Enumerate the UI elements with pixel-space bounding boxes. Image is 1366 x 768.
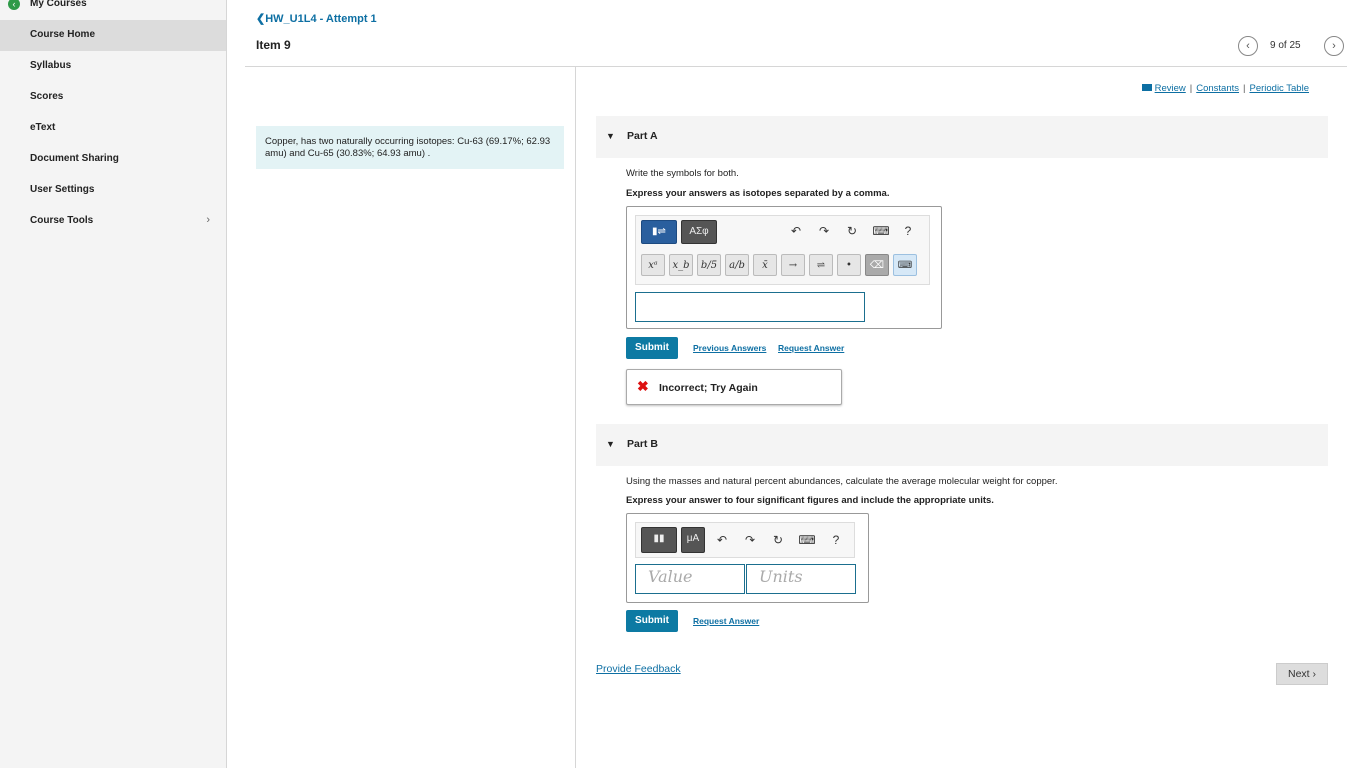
part-a-title: Part A	[627, 130, 658, 142]
subscript-key[interactable]: x_b	[669, 254, 693, 276]
part-a-instruction: Express your answers as isotopes separat…	[626, 188, 890, 199]
sidebar-item-etext[interactable]: eText	[0, 113, 226, 144]
collapse-triangle-icon: ▼	[606, 439, 615, 449]
template-icon: ▮▮	[653, 533, 665, 544]
help-button[interactable]: ?	[898, 220, 918, 244]
chevron-left-icon: ❮	[256, 13, 266, 25]
chevron-right-icon: ›	[1332, 40, 1336, 52]
part-a-toolbar: ▮⇌ ΑΣφ ↶ ↷ ↻ ⌨ ? xᵃ x_b b/5 a/b x̄ → ⇌ •…	[635, 215, 930, 285]
part-b-header[interactable]: ▼ Part B	[596, 424, 1328, 466]
periodic-table-link[interactable]: Periodic Table	[1249, 83, 1309, 94]
next-item-button[interactable]: ›	[1324, 36, 1344, 56]
keyboard-icon[interactable]: ⌨	[796, 529, 818, 551]
part-a-answer-editor: ▮⇌ ΑΣφ ↶ ↷ ↻ ⌨ ? xᵃ x_b b/5 a/b x̄ → ⇌ •…	[626, 206, 942, 329]
template-button[interactable]: ▮⇌	[641, 220, 677, 244]
sidebar-item-course-tools[interactable]: Course Tools ›	[0, 206, 226, 237]
link-separator: |	[1189, 83, 1193, 94]
pager-count: 9 of 25	[1270, 40, 1301, 51]
part-b-instruction: Express your answer to four significant …	[626, 495, 994, 506]
reset-icon[interactable]: ↻	[768, 529, 788, 551]
bar-key[interactable]: x̄	[753, 254, 777, 276]
column-divider	[575, 67, 576, 768]
units-input[interactable]: Units	[746, 564, 856, 594]
my-courses-label: My Courses	[30, 0, 87, 9]
error-x-icon: ✖	[637, 378, 649, 394]
undo-icon[interactable]: ↶	[712, 529, 732, 551]
dot-key[interactable]: •	[837, 254, 861, 276]
item-pager: ‹ 9 of 25 ›	[1238, 36, 1348, 56]
sidebar: ‹ My Courses Course Home Syllabus Scores…	[0, 0, 227, 768]
sidebar-item-label: Course Tools	[30, 215, 94, 226]
part-b-answer-editor: ▮▮ μA ↶ ↷ ↻ ⌨ ? Value Units	[626, 513, 869, 603]
help-button[interactable]: ?	[826, 529, 846, 551]
sidebar-item-label: Syllabus	[30, 60, 72, 71]
link-separator: |	[1243, 83, 1246, 94]
units-button[interactable]: μA	[681, 527, 705, 553]
previous-answers-link[interactable]: Previous Answers	[693, 343, 766, 353]
template-icon: ▮⇌	[652, 226, 666, 237]
fraction-key[interactable]: a/b	[725, 254, 749, 276]
sidebar-item-course-home[interactable]: Course Home	[0, 20, 226, 51]
assignment-back-link[interactable]: ❮HW_U1L4 - Attempt 1	[256, 12, 377, 25]
sidebar-item-user-settings[interactable]: User Settings	[0, 175, 226, 206]
reset-icon[interactable]: ↻	[842, 220, 862, 244]
chevron-left-icon: ‹	[1246, 40, 1250, 52]
collapse-triangle-icon: ▼	[606, 131, 615, 141]
equilibrium-arrow-key[interactable]: ⇌	[809, 254, 833, 276]
review-link[interactable]: Review	[1155, 83, 1186, 94]
previous-item-button[interactable]: ‹	[1238, 36, 1258, 56]
keyboard-icon[interactable]: ⌨	[870, 220, 892, 244]
chevron-right-icon: ›	[1312, 668, 1317, 680]
backspace-icon[interactable]: ⌫	[865, 254, 889, 276]
page-title: Item 9	[256, 38, 291, 52]
sidebar-item-document-sharing[interactable]: Document Sharing	[0, 144, 226, 175]
greek-symbols-button[interactable]: ΑΣφ	[681, 220, 717, 244]
feedback-message: Incorrect; Try Again	[659, 382, 758, 394]
nuclide-key[interactable]: b/5	[697, 254, 721, 276]
problem-intro: Copper, has two naturally occurring isot…	[256, 126, 564, 169]
part-a-header[interactable]: ▼ Part A	[596, 116, 1328, 158]
superscript-key[interactable]: xᵃ	[641, 254, 665, 276]
part-b-title: Part B	[627, 438, 658, 450]
value-input[interactable]: Value	[635, 564, 745, 594]
back-arrow-icon: ‹	[8, 0, 20, 10]
part-a-submit-button[interactable]: Submit	[626, 337, 678, 359]
sidebar-item-label: Course Home	[30, 29, 96, 40]
next-button[interactable]: Next ›	[1276, 663, 1328, 685]
sidebar-item-label: Document Sharing	[30, 153, 119, 164]
sidebar-item-syllabus[interactable]: Syllabus	[0, 51, 226, 82]
part-a-question: Write the symbols for both.	[626, 168, 739, 179]
part-a-answer-input[interactable]	[635, 292, 865, 322]
sidebar-item-label: User Settings	[30, 184, 95, 195]
sidebar-item-scores[interactable]: Scores	[0, 82, 226, 113]
incorrect-feedback: ✖ Incorrect; Try Again	[626, 369, 842, 405]
part-b-submit-button[interactable]: Submit	[626, 610, 678, 632]
assignment-title: HW_U1L4 - Attempt 1	[265, 13, 377, 25]
header-divider	[245, 66, 1347, 67]
template-button[interactable]: ▮▮	[641, 527, 677, 553]
redo-icon[interactable]: ↷	[740, 529, 760, 551]
book-icon	[1141, 84, 1152, 91]
part-b-question: Using the masses and natural percent abu…	[626, 476, 1058, 487]
resource-links: Review | Constants | Periodic Table	[1141, 83, 1309, 94]
part-a-request-answer-link[interactable]: Request Answer	[778, 343, 844, 353]
keyboard-toggle-icon[interactable]: ⌨	[893, 254, 917, 276]
sidebar-item-label: eText	[30, 122, 56, 133]
arrow-key[interactable]: →	[781, 254, 805, 276]
part-b-request-answer-link[interactable]: Request Answer	[693, 616, 759, 626]
my-courses-link[interactable]: ‹ My Courses	[0, 0, 226, 22]
redo-icon[interactable]: ↷	[814, 220, 834, 244]
sidebar-item-label: Scores	[30, 91, 64, 102]
provide-feedback-link[interactable]: Provide Feedback	[596, 663, 681, 675]
undo-icon[interactable]: ↶	[786, 220, 806, 244]
constants-link[interactable]: Constants	[1196, 83, 1239, 94]
part-b-toolbar: ▮▮ μA ↶ ↷ ↻ ⌨ ?	[635, 522, 855, 558]
next-label: Next	[1287, 668, 1310, 680]
chevron-right-icon: ›	[206, 214, 210, 226]
